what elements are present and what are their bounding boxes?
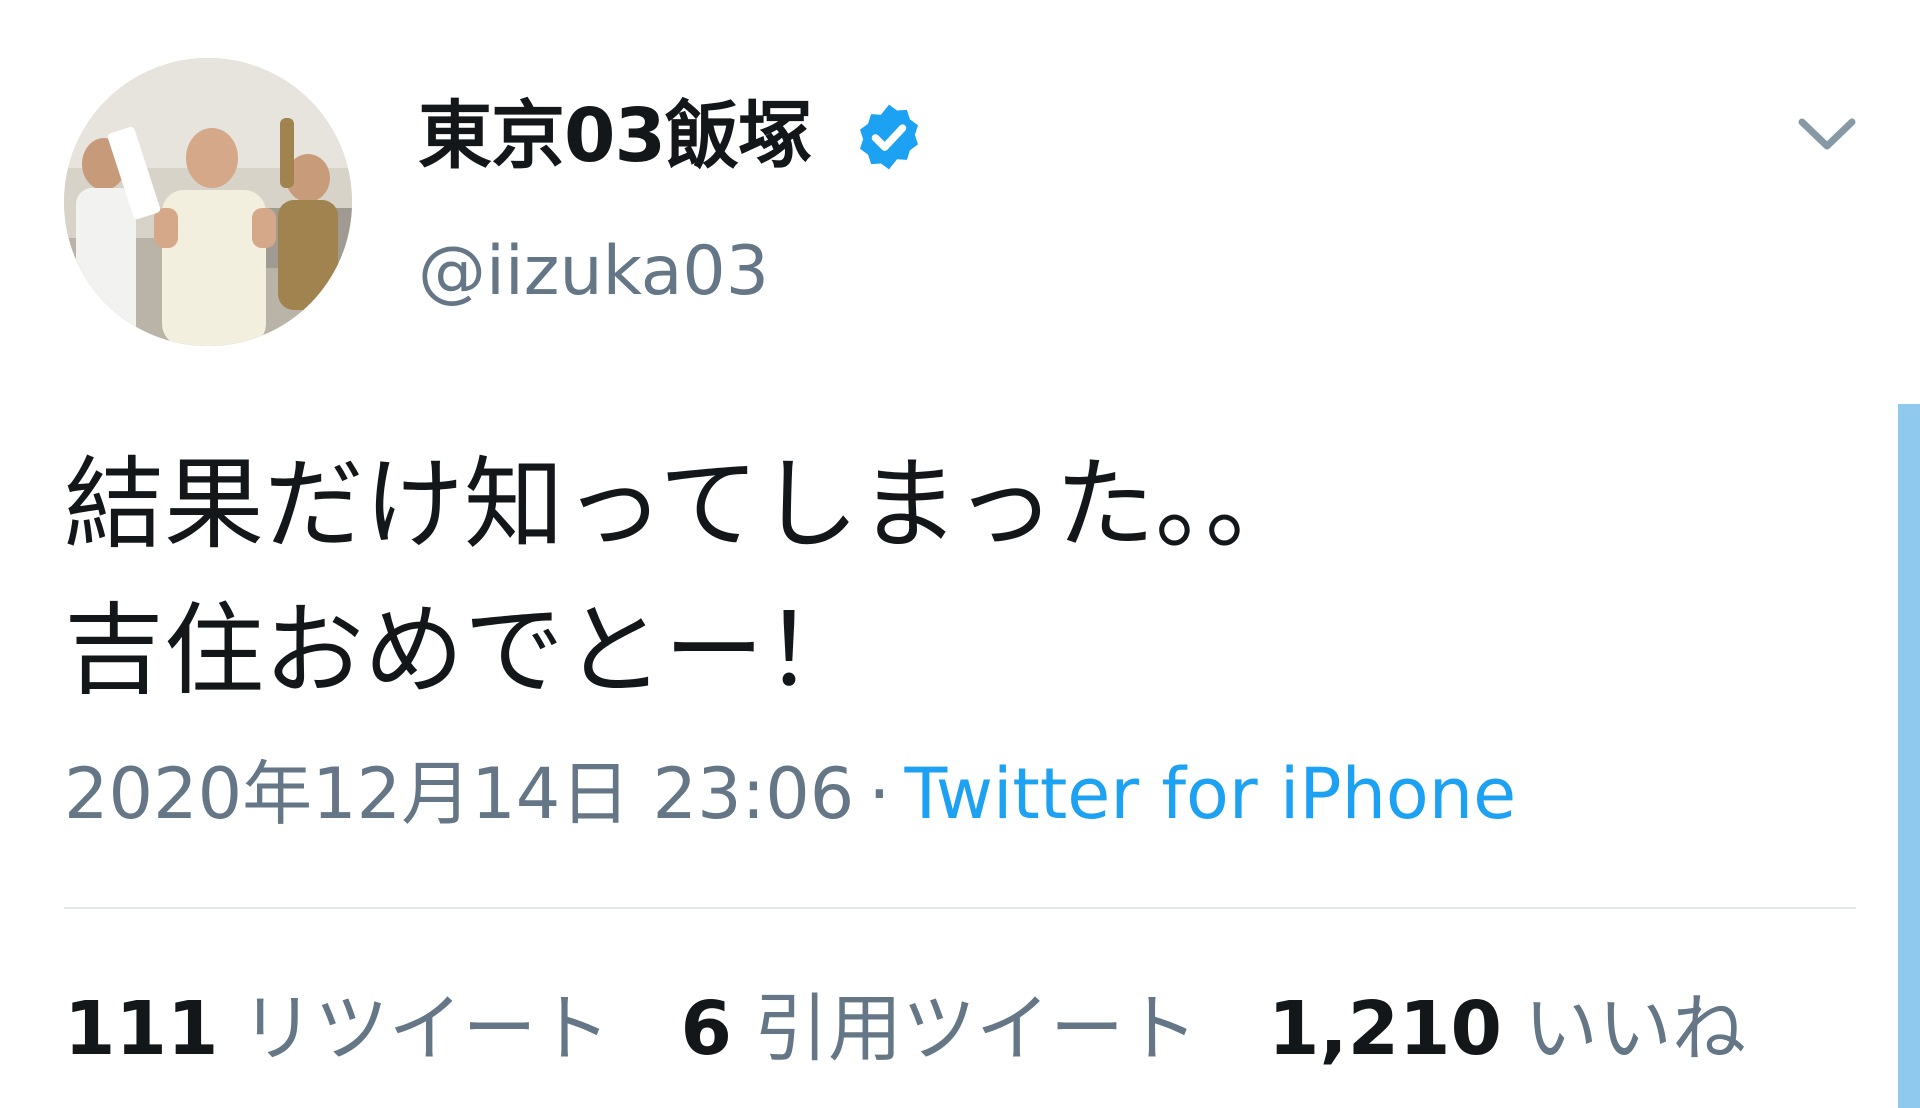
retweets-count: 111	[64, 986, 219, 1072]
tweet-text: 結果だけ知ってしまった。。 吉住おめでとー！	[64, 432, 1824, 724]
tweet-stats: 111 リツイート 6 引用ツイート 1,210 いいね	[64, 984, 1816, 1074]
retweets-stat[interactable]: 111 リツイート	[64, 984, 610, 1074]
likes-count: 1,210	[1267, 986, 1503, 1072]
likes-stat[interactable]: 1,210 いいね	[1268, 984, 1746, 1074]
tweet-datetime[interactable]: 2020年12月14日 23:06	[64, 753, 854, 835]
likes-label: いいね	[1524, 986, 1747, 1072]
meta-separator: ·	[868, 753, 891, 835]
quote-tweets-stat[interactable]: 6 引用ツイート	[680, 984, 1198, 1074]
tweet-detail: 東京03飯塚 @iizuka03 結果だけ知ってしまった。。 吉住おめでとー！ …	[0, 0, 1920, 1108]
tweet-source-link[interactable]: Twitter for iPhone	[905, 753, 1517, 835]
quote-tweets-label: 引用ツイート	[753, 986, 1198, 1072]
user-handle[interactable]: @iizuka03	[418, 232, 769, 312]
tweet-line: 結果だけ知ってしまった。。	[64, 446, 1305, 563]
scrollbar[interactable]	[1898, 404, 1920, 1108]
tweet-line: 吉住おめでとー！	[64, 592, 864, 709]
avatar[interactable]	[64, 58, 352, 346]
divider	[64, 907, 1856, 909]
verified-badge-icon	[860, 104, 918, 170]
chevron-down-icon[interactable]	[1794, 108, 1860, 158]
avatar-photo	[64, 58, 352, 346]
tweet-meta: 2020年12月14日 23:06 · Twitter for iPhone	[64, 752, 1516, 836]
quote-tweets-count: 6	[680, 986, 732, 1072]
display-name[interactable]: 東京03飯塚	[418, 92, 812, 180]
retweets-label: リツイート	[240, 986, 611, 1072]
